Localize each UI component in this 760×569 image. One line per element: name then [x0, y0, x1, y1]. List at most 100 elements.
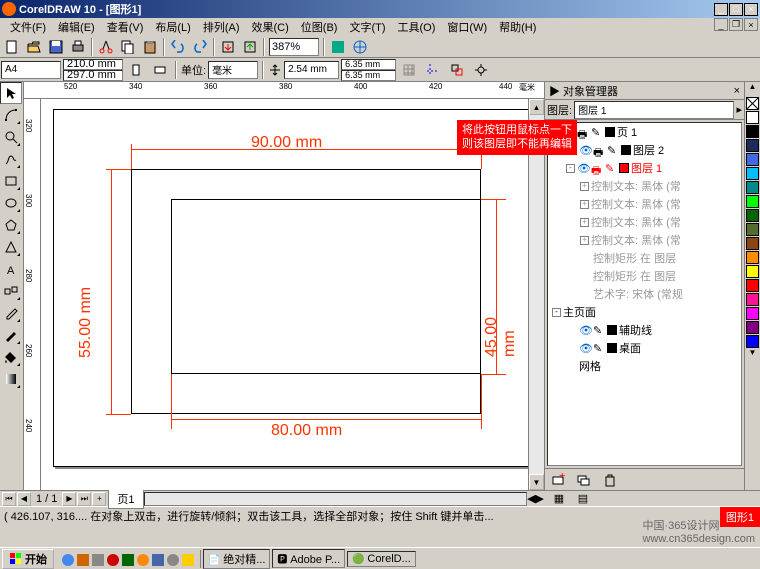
- minimize-button[interactable]: _: [714, 3, 728, 16]
- ie-icon[interactable]: [60, 552, 74, 566]
- tree-item[interactable]: 网格: [548, 357, 741, 375]
- tree-expand-button[interactable]: +: [580, 182, 589, 191]
- no-color-swatch[interactable]: [746, 97, 759, 110]
- vertical-ruler[interactable]: 320 300 280 260 240: [24, 99, 41, 490]
- zoom-tool[interactable]: [0, 126, 22, 148]
- pencil-icon[interactable]: ✎: [607, 144, 619, 156]
- color-swatch[interactable]: [746, 195, 759, 208]
- close-button[interactable]: ×: [744, 3, 758, 16]
- menu-window[interactable]: 窗口(W): [441, 18, 493, 36]
- print-icon[interactable]: 🖶: [591, 162, 603, 174]
- color-swatch[interactable]: [746, 223, 759, 236]
- color-swatch[interactable]: [746, 335, 759, 348]
- menu-bitmaps[interactable]: 位图(B): [295, 18, 344, 36]
- color-swatch[interactable]: [746, 279, 759, 292]
- snap-guide-button[interactable]: [423, 60, 443, 80]
- pick-tool[interactable]: [0, 82, 22, 104]
- quick5-icon[interactable]: [135, 552, 149, 566]
- quick7-icon[interactable]: [165, 552, 179, 566]
- cut-button[interactable]: [96, 37, 116, 57]
- tree-expand-button[interactable]: +: [580, 200, 589, 209]
- docker-menu-button[interactable]: ▸: [736, 103, 742, 116]
- prev-page-button[interactable]: ◀: [17, 492, 31, 506]
- doc-restore-button[interactable]: ❐: [729, 18, 743, 31]
- paste-button[interactable]: [140, 37, 160, 57]
- new-button[interactable]: [2, 37, 22, 57]
- menu-effects[interactable]: 效果(C): [246, 18, 295, 36]
- canvas[interactable]: 90.00 mm 55.00 mm 45.00 mm 80.00 mm: [41, 99, 528, 490]
- undo-button[interactable]: [168, 37, 188, 57]
- docker-view2-button[interactable]: ▤: [573, 489, 593, 509]
- menu-text[interactable]: 文字(T): [343, 18, 391, 36]
- dup-y-field[interactable]: 6.35 mm: [341, 70, 396, 81]
- quick4-icon[interactable]: [120, 552, 134, 566]
- new-master-layer-button[interactable]: [574, 470, 594, 490]
- color-swatch-icon[interactable]: [605, 127, 615, 137]
- rectangle-tool[interactable]: [0, 170, 22, 192]
- snap-object-button[interactable]: [447, 60, 467, 80]
- doc-close-button[interactable]: ×: [744, 18, 758, 31]
- docker-close-icon[interactable]: ×: [734, 85, 740, 97]
- eyedropper-tool[interactable]: [0, 302, 22, 324]
- export-button[interactable]: [240, 37, 260, 57]
- layer-select[interactable]: 图层 1: [574, 101, 734, 119]
- last-page-button[interactable]: ⏭: [77, 492, 91, 506]
- redo-button[interactable]: [190, 37, 210, 57]
- tree-item[interactable]: +控制文本: 黑体 (常: [548, 177, 741, 195]
- menu-layout[interactable]: 布局(L): [149, 18, 196, 36]
- pencil-icon[interactable]: ✎: [593, 324, 605, 336]
- app-launcher-button[interactable]: [328, 37, 348, 57]
- new-layer-button[interactable]: +: [548, 470, 568, 490]
- quick6-icon[interactable]: [150, 552, 164, 566]
- tree-item[interactable]: 👁✎桌面: [548, 339, 741, 357]
- pencil-icon[interactable]: ✎: [593, 342, 605, 354]
- fill-tool[interactable]: [0, 346, 22, 368]
- start-button[interactable]: 开始: [2, 549, 54, 569]
- maximize-button[interactable]: □: [729, 3, 743, 16]
- page-width-field[interactable]: 210.0 mm: [63, 59, 123, 70]
- color-swatch[interactable]: [746, 167, 759, 180]
- tree-item[interactable]: -👁🖶✎图层 1: [548, 159, 741, 177]
- quick8-icon[interactable]: [180, 552, 194, 566]
- tree-expand-button[interactable]: +: [580, 218, 589, 227]
- color-swatch-icon[interactable]: [619, 163, 629, 173]
- basic-shapes-tool[interactable]: [0, 236, 22, 258]
- interactive-fill-tool[interactable]: [0, 368, 22, 390]
- portrait-button[interactable]: [126, 60, 146, 80]
- print-button[interactable]: [68, 37, 88, 57]
- tree-item[interactable]: +控制文本: 黑体 (常: [548, 195, 741, 213]
- task-item-2[interactable]: 🅿 Adobe P...: [272, 549, 345, 568]
- tree-item[interactable]: 👁✎辅助线: [548, 321, 741, 339]
- inner-rectangle[interactable]: [171, 199, 481, 374]
- zoom-input[interactable]: [269, 38, 319, 56]
- eye-icon[interactable]: 👁: [577, 162, 589, 174]
- tree-item[interactable]: 控制矩形 在 图层: [548, 249, 741, 267]
- page-tab[interactable]: 页1: [108, 489, 143, 509]
- scroll-left-button[interactable]: ◀: [527, 492, 535, 505]
- tree-item[interactable]: 控制矩形 在 图层: [548, 267, 741, 285]
- delete-layer-button[interactable]: [600, 470, 620, 490]
- eye-icon[interactable]: 👁: [579, 144, 591, 156]
- color-swatch-icon[interactable]: [607, 325, 617, 335]
- palette-down-button[interactable]: ▼: [749, 348, 757, 362]
- doc-minimize-button[interactable]: _: [714, 18, 728, 31]
- interactive-blend-tool[interactable]: [0, 280, 22, 302]
- color-swatch[interactable]: [746, 111, 759, 124]
- tree-item[interactable]: +控制文本: 黑体 (常: [548, 213, 741, 231]
- print-icon[interactable]: 🖶: [577, 126, 589, 138]
- color-swatch-icon[interactable]: [607, 343, 617, 353]
- color-swatch[interactable]: [746, 209, 759, 222]
- options-button[interactable]: [471, 60, 491, 80]
- layer-tree[interactable]: -👁🖶✎页 1👁🖶✎图层 2-👁🖶✎图层 1+控制文本: 黑体 (常+控制文本:…: [547, 122, 742, 466]
- landscape-button[interactable]: [150, 60, 170, 80]
- text-tool[interactable]: A: [0, 258, 22, 280]
- tree-item[interactable]: 艺术字: 宋体 (常规: [548, 285, 741, 303]
- quick3-icon[interactable]: [105, 552, 119, 566]
- eye-icon[interactable]: 👁: [579, 342, 591, 354]
- polygon-tool[interactable]: [0, 214, 22, 236]
- docker-view1-button[interactable]: ▦: [549, 489, 569, 509]
- add-page-button[interactable]: +: [92, 492, 106, 506]
- tree-expand-button[interactable]: +: [580, 236, 589, 245]
- quick2-icon[interactable]: [90, 552, 104, 566]
- quick1-icon[interactable]: [75, 552, 89, 566]
